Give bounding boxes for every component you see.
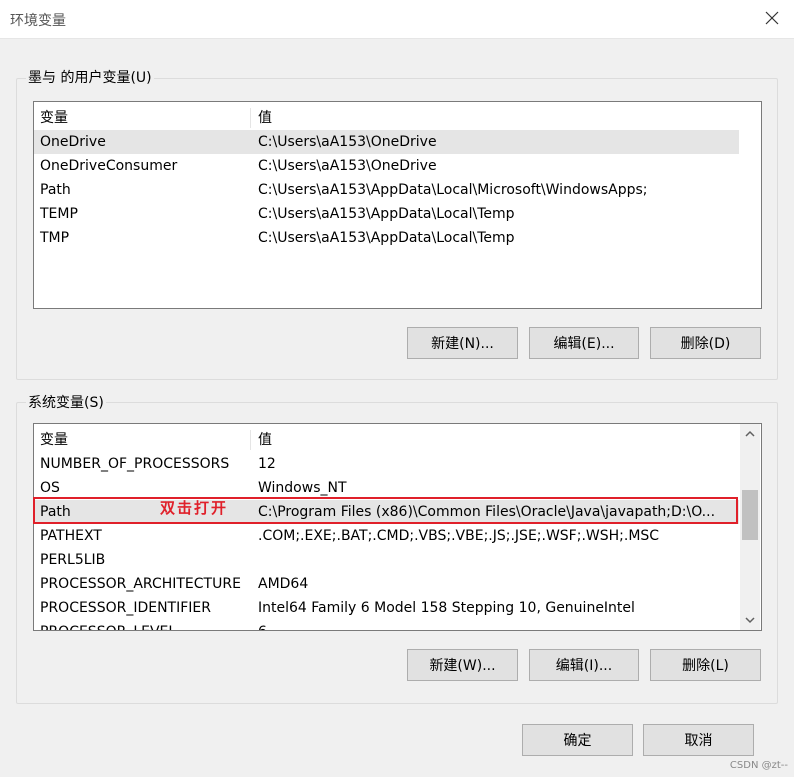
column-header-variable[interactable]: 变量	[40, 428, 68, 452]
variable-name: TEMP	[40, 206, 78, 222]
table-row[interactable]: TMP C:\Users\aA153\AppData\Local\Temp	[34, 226, 739, 250]
scroll-thumb[interactable]	[742, 490, 758, 540]
variable-value: C:\Users\aA153\AppData\Local\Temp	[258, 206, 515, 222]
user-delete-button[interactable]: 删除(D)	[650, 327, 761, 359]
variable-value: 6	[258, 620, 267, 630]
variable-value: C:\Users\aA153\AppData\Local\Microsoft\W…	[258, 182, 648, 198]
cancel-button[interactable]: 取消	[643, 724, 754, 756]
variable-value: 12	[258, 456, 276, 472]
user-edit-button[interactable]: 编辑(E)...	[529, 327, 639, 359]
system-variables-header: 变量 值	[34, 428, 739, 452]
column-header-variable[interactable]: 变量	[40, 106, 68, 130]
variable-name: PROCESSOR_ARCHITECTURE	[40, 576, 241, 592]
column-header-value[interactable]: 值	[258, 106, 272, 130]
variable-value: C:\Users\aA153\OneDrive	[258, 158, 437, 174]
window-title: 环境变量	[10, 13, 66, 29]
table-row[interactable]: PROCESSOR_LEVEL 6	[34, 620, 739, 630]
user-new-button[interactable]: 新建(N)...	[407, 327, 518, 359]
user-variables-header: 变量 值	[34, 106, 761, 130]
path-highlight-box	[33, 497, 738, 524]
variable-name: Path	[40, 182, 71, 198]
close-button[interactable]	[760, 6, 784, 30]
title-bar: 环境变量	[0, 0, 794, 39]
system-variables-list[interactable]: 变量 值 NUMBER_OF_PROCESSORS 12 OS Windows_…	[33, 423, 762, 631]
column-header-value[interactable]: 值	[258, 428, 272, 452]
table-row[interactable]: PROCESSOR_IDENTIFIER Intel64 Family 6 Mo…	[34, 596, 739, 620]
user-variables-list[interactable]: 变量 值 OneDrive C:\Users\aA153\OneDrive On…	[33, 101, 762, 309]
annotation-double-click: 双击打开	[160, 499, 229, 517]
variable-name: PROCESSOR_IDENTIFIER	[40, 600, 211, 616]
watermark: CSDN @zt--	[729, 760, 788, 771]
variable-value: C:\Users\aA153\AppData\Local\Temp	[258, 230, 515, 246]
scroll-up-button[interactable]	[740, 424, 760, 444]
system-variables-label: 系统变量(S)	[26, 394, 106, 412]
close-icon	[765, 11, 779, 25]
system-variables-scrollbar[interactable]	[740, 424, 760, 630]
table-row[interactable]: PATHEXT .COM;.EXE;.BAT;.CMD;.VBS;.VBE;.J…	[34, 524, 739, 548]
variable-value: C:\Users\aA153\OneDrive	[258, 134, 437, 150]
variable-name: OneDriveConsumer	[40, 158, 178, 174]
variable-name: PROCESSOR_LEVEL	[40, 620, 176, 630]
variable-value: Intel64 Family 6 Model 158 Stepping 10, …	[258, 600, 635, 616]
ok-button[interactable]: 确定	[522, 724, 633, 756]
system-new-button[interactable]: 新建(W)...	[407, 649, 518, 681]
table-row[interactable]: TEMP C:\Users\aA153\AppData\Local\Temp	[34, 202, 739, 226]
table-row[interactable]: OneDrive C:\Users\aA153\OneDrive	[34, 130, 739, 154]
variable-name: PATHEXT	[40, 528, 102, 544]
table-row[interactable]: Path C:\Users\aA153\AppData\Local\Micros…	[34, 178, 739, 202]
variable-name: OneDrive	[40, 134, 106, 150]
variable-name: TMP	[40, 230, 70, 246]
table-row[interactable]: PERL5LIB	[34, 548, 739, 572]
variable-value: .COM;.EXE;.BAT;.CMD;.VBS;.VBE;.JS;.JSE;.…	[258, 528, 660, 544]
system-delete-button[interactable]: 删除(L)	[650, 649, 761, 681]
scroll-down-button[interactable]	[740, 610, 760, 630]
variable-name: PERL5LIB	[40, 552, 106, 568]
table-row[interactable]: NUMBER_OF_PROCESSORS 12	[34, 452, 739, 476]
chevron-down-icon	[745, 617, 755, 624]
table-row[interactable]: PROCESSOR_ARCHITECTURE AMD64	[34, 572, 739, 596]
chevron-up-icon	[745, 430, 755, 437]
variable-value: AMD64	[258, 576, 309, 592]
table-row[interactable]: OneDriveConsumer C:\Users\aA153\OneDrive	[34, 154, 739, 178]
user-variables-label: 墨与 的用户变量(U)	[26, 69, 154, 87]
system-edit-button[interactable]: 编辑(I)...	[529, 649, 639, 681]
variable-name: NUMBER_OF_PROCESSORS	[40, 456, 230, 472]
